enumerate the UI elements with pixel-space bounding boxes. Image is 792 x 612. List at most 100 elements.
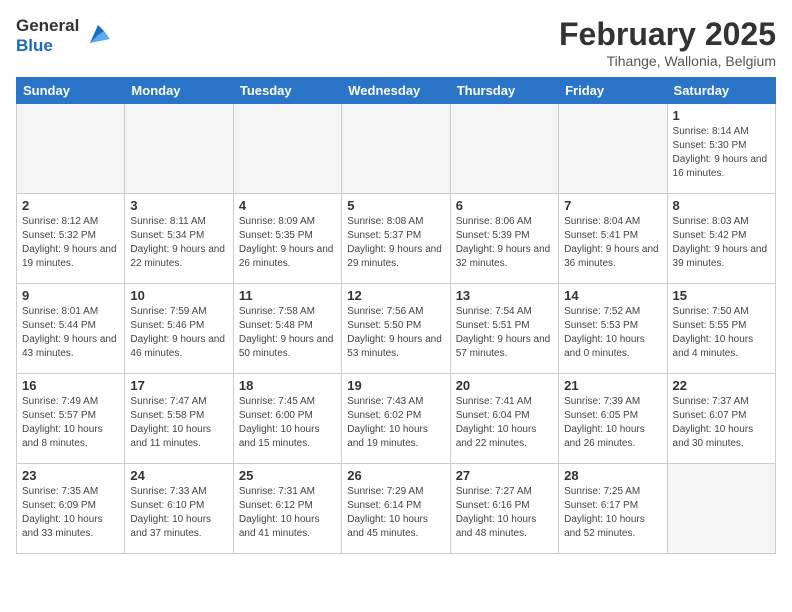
day-number: 3 [130, 198, 227, 213]
day-number: 26 [347, 468, 444, 483]
day-info: Sunrise: 7:39 AM Sunset: 6:05 PM Dayligh… [564, 395, 661, 451]
day-info: Sunrise: 8:04 AM Sunset: 5:41 PM Dayligh… [564, 215, 661, 271]
day-info: Sunrise: 8:03 AM Sunset: 5:42 PM Dayligh… [673, 215, 770, 271]
day-number: 22 [673, 378, 770, 393]
day-number: 20 [456, 378, 553, 393]
calendar-cell: 12Sunrise: 7:56 AM Sunset: 5:50 PM Dayli… [342, 284, 450, 374]
calendar-cell: 6 Sunrise: 8:06 AM Sunset: 5:39 PM Daylig… [450, 194, 558, 284]
calendar-cell: 7 Sunrise: 8:04 AM Sunset: 5:41 PM Daylig… [559, 194, 667, 284]
calendar-cell: 13 Sunrise: 7:54 AM Sunset: 5:51 PM Dayli… [450, 284, 558, 374]
calendar-cell: 11Sunrise: 7:58 AM Sunset: 5:48 PM Dayli… [233, 284, 341, 374]
calendar-week-row: 2 Sunrise: 8:12 AM Sunset: 5:32 PM Daylig… [17, 194, 776, 284]
calendar-cell: 1 Sunrise: 8:14 AM Sunset: 5:30 PM Daylig… [667, 104, 775, 194]
calendar-cell: 5 Sunrise: 8:08 AM Sunset: 5:37 PM Daylig… [342, 194, 450, 284]
logo-general: General [16, 16, 79, 36]
calendar-cell [233, 104, 341, 194]
day-info: Sunrise: 7:29 AM Sunset: 6:14 PM Dayligh… [347, 485, 444, 541]
col-header-wednesday: Wednesday [342, 78, 450, 104]
day-info: Sunrise: 7:47 AM Sunset: 5:58 PM Dayligh… [130, 395, 227, 451]
day-number: 17 [130, 378, 227, 393]
day-number: 10 [130, 288, 227, 303]
day-number: 24 [130, 468, 227, 483]
calendar-cell [450, 104, 558, 194]
calendar-cell: 18 Sunrise: 7:45 AM Sunset: 6:00 PM Dayli… [233, 374, 341, 464]
day-number: 8 [673, 198, 770, 213]
calendar-cell: 28 Sunrise: 7:25 AM Sunset: 6:17 PM Dayli… [559, 464, 667, 554]
day-info: Sunrise: 7:52 AM Sunset: 5:53 PM Dayligh… [564, 305, 661, 361]
calendar-cell: 8 Sunrise: 8:03 AM Sunset: 5:42 PM Daylig… [667, 194, 775, 284]
day-info: Sunrise: 8:11 AM Sunset: 5:34 PM Dayligh… [130, 215, 227, 271]
day-info: Sunrise: 7:59 AM Sunset: 5:46 PM Dayligh… [130, 305, 227, 361]
day-number: 28 [564, 468, 661, 483]
calendar-cell: 2 Sunrise: 8:12 AM Sunset: 5:32 PM Daylig… [17, 194, 125, 284]
calendar-week-row: 1 Sunrise: 8:14 AM Sunset: 5:30 PM Daylig… [17, 104, 776, 194]
day-info: Sunrise: 7:41 AM Sunset: 6:04 PM Dayligh… [456, 395, 553, 451]
day-info: Sunrise: 8:14 AM Sunset: 5:30 PM Dayligh… [673, 125, 770, 181]
calendar-cell: 9Sunrise: 8:01 AM Sunset: 5:44 PM Daylig… [17, 284, 125, 374]
day-info: Sunrise: 7:49 AM Sunset: 5:57 PM Dayligh… [22, 395, 119, 451]
month-year-title: February 2025 [559, 16, 776, 53]
day-info: Sunrise: 7:54 AM Sunset: 5:51 PM Dayligh… [456, 305, 553, 361]
calendar-cell: 4 Sunrise: 8:09 AM Sunset: 5:35 PM Daylig… [233, 194, 341, 284]
calendar-cell: 27 Sunrise: 7:27 AM Sunset: 6:16 PM Dayli… [450, 464, 558, 554]
day-number: 25 [239, 468, 336, 483]
calendar-cell: 16 Sunrise: 7:49 AM Sunset: 5:57 PM Dayli… [17, 374, 125, 464]
day-info: Sunrise: 8:09 AM Sunset: 5:35 PM Dayligh… [239, 215, 336, 271]
calendar-cell [125, 104, 233, 194]
day-info: Sunrise: 8:01 AM Sunset: 5:44 PM Dayligh… [22, 305, 119, 361]
calendar-week-row: 9Sunrise: 8:01 AM Sunset: 5:44 PM Daylig… [17, 284, 776, 374]
calendar-cell: 3 Sunrise: 8:11 AM Sunset: 5:34 PM Daylig… [125, 194, 233, 284]
calendar-cell: 25 Sunrise: 7:31 AM Sunset: 6:12 PM Dayli… [233, 464, 341, 554]
day-info: Sunrise: 7:37 AM Sunset: 6:07 PM Dayligh… [673, 395, 770, 451]
logo: General Blue [16, 16, 112, 55]
day-number: 27 [456, 468, 553, 483]
day-info: Sunrise: 8:06 AM Sunset: 5:39 PM Dayligh… [456, 215, 553, 271]
calendar-table: SundayMondayTuesdayWednesdayThursdayFrid… [16, 77, 776, 554]
day-info: Sunrise: 8:12 AM Sunset: 5:32 PM Dayligh… [22, 215, 119, 271]
calendar-cell [17, 104, 125, 194]
calendar-cell [559, 104, 667, 194]
col-header-friday: Friday [559, 78, 667, 104]
day-number: 7 [564, 198, 661, 213]
calendar-cell [667, 464, 775, 554]
day-number: 16 [22, 378, 119, 393]
day-info: Sunrise: 7:56 AM Sunset: 5:50 PM Dayligh… [347, 305, 444, 361]
day-info: Sunrise: 7:43 AM Sunset: 6:02 PM Dayligh… [347, 395, 444, 451]
logo-blue: Blue [16, 36, 79, 56]
page-header: General Blue February 2025 Tihange, Wall… [16, 16, 776, 69]
day-info: Sunrise: 7:31 AM Sunset: 6:12 PM Dayligh… [239, 485, 336, 541]
calendar-cell: 10 Sunrise: 7:59 AM Sunset: 5:46 PM Dayli… [125, 284, 233, 374]
calendar-cell: 14Sunrise: 7:52 AM Sunset: 5:53 PM Dayli… [559, 284, 667, 374]
day-number: 5 [347, 198, 444, 213]
logo-icon [82, 21, 112, 51]
day-info: Sunrise: 7:33 AM Sunset: 6:10 PM Dayligh… [130, 485, 227, 541]
calendar-cell: 19 Sunrise: 7:43 AM Sunset: 6:02 PM Dayli… [342, 374, 450, 464]
day-number: 18 [239, 378, 336, 393]
day-info: Sunrise: 7:45 AM Sunset: 6:00 PM Dayligh… [239, 395, 336, 451]
day-number: 1 [673, 108, 770, 123]
calendar-cell: 21Sunrise: 7:39 AM Sunset: 6:05 PM Dayli… [559, 374, 667, 464]
calendar-cell: 17 Sunrise: 7:47 AM Sunset: 5:58 PM Dayli… [125, 374, 233, 464]
col-header-sunday: Sunday [17, 78, 125, 104]
calendar-cell: 20 Sunrise: 7:41 AM Sunset: 6:04 PM Dayli… [450, 374, 558, 464]
day-number: 2 [22, 198, 119, 213]
calendar-cell [342, 104, 450, 194]
day-number: 4 [239, 198, 336, 213]
col-header-tuesday: Tuesday [233, 78, 341, 104]
col-header-monday: Monday [125, 78, 233, 104]
calendar-week-row: 16 Sunrise: 7:49 AM Sunset: 5:57 PM Dayli… [17, 374, 776, 464]
day-number: 19 [347, 378, 444, 393]
day-info: Sunrise: 8:08 AM Sunset: 5:37 PM Dayligh… [347, 215, 444, 271]
day-info: Sunrise: 7:35 AM Sunset: 6:09 PM Dayligh… [22, 485, 119, 541]
calendar-cell: 26 Sunrise: 7:29 AM Sunset: 6:14 PM Dayli… [342, 464, 450, 554]
day-number: 23 [22, 468, 119, 483]
day-info: Sunrise: 7:50 AM Sunset: 5:55 PM Dayligh… [673, 305, 770, 361]
calendar-cell: 15Sunrise: 7:50 AM Sunset: 5:55 PM Dayli… [667, 284, 775, 374]
day-number: 6 [456, 198, 553, 213]
day-info: Sunrise: 7:25 AM Sunset: 6:17 PM Dayligh… [564, 485, 661, 541]
title-block: February 2025 Tihange, Wallonia, Belgium [559, 16, 776, 69]
col-header-saturday: Saturday [667, 78, 775, 104]
day-number: 11 [239, 288, 336, 303]
day-info: Sunrise: 7:27 AM Sunset: 6:16 PM Dayligh… [456, 485, 553, 541]
day-number: 13 [456, 288, 553, 303]
